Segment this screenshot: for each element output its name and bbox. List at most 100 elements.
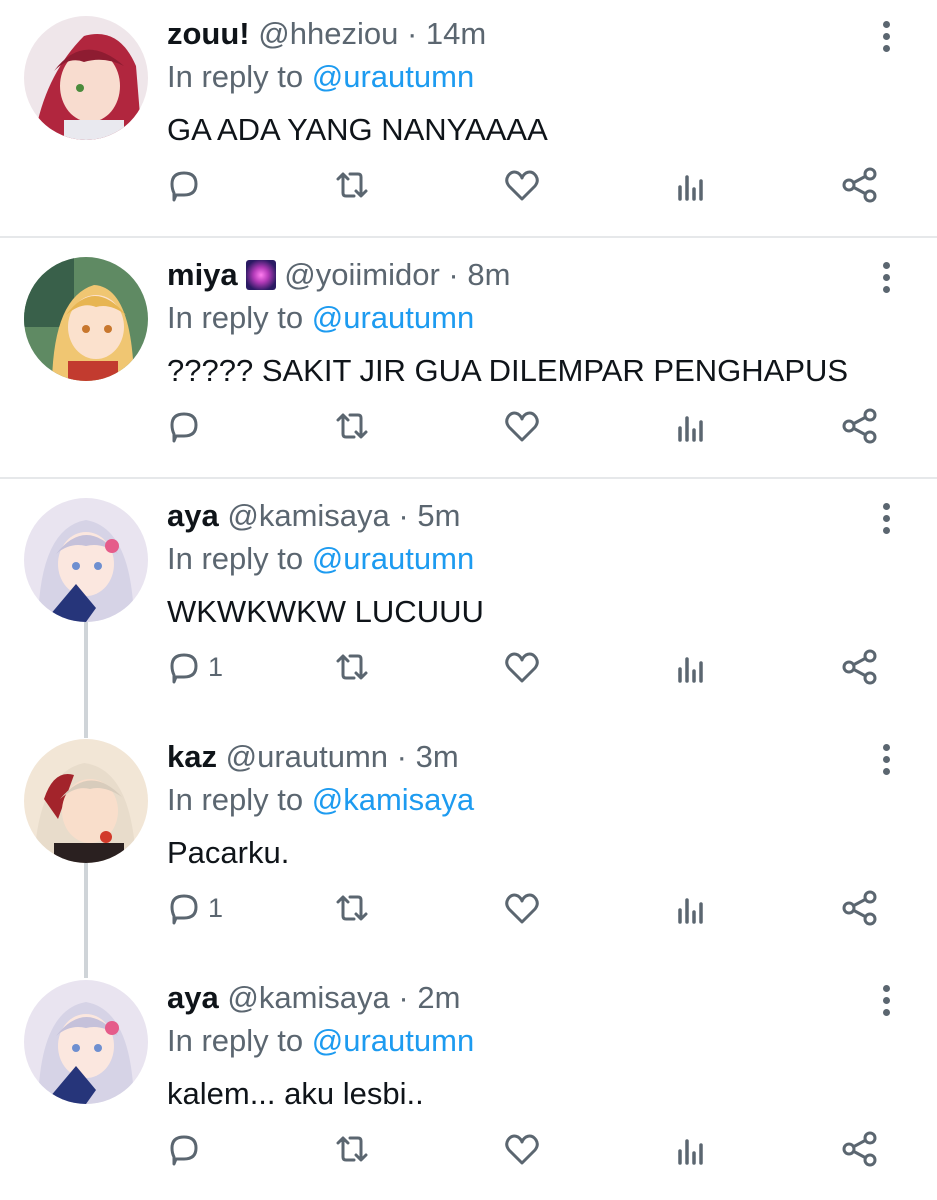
user-handle[interactable]: @kamisaya — [227, 498, 389, 533]
reply-context: In reply to @urautumn — [167, 57, 474, 97]
tweet-actions: 1 — [0, 883, 937, 933]
analytics-icon — [678, 657, 703, 683]
retweet-button[interactable] — [332, 642, 372, 692]
retweet-button[interactable] — [332, 160, 372, 210]
share-icon — [842, 1131, 877, 1167]
reply-button[interactable] — [164, 160, 208, 210]
heart-icon — [505, 652, 539, 683]
separator-dot: · — [398, 980, 409, 1015]
reply-prefix: In reply to — [167, 300, 304, 335]
analytics-button[interactable] — [672, 883, 712, 933]
tweet-header: miya @yoiimidor · 8m — [167, 255, 510, 295]
reply-mention-link[interactable]: @urautumn — [312, 300, 474, 335]
avatar-white-hair-icon — [24, 980, 148, 1104]
display-name[interactable]: aya — [167, 498, 219, 533]
tweet-text: GA ADA YANG NANYAAAA — [167, 112, 548, 147]
share-button[interactable] — [840, 642, 880, 692]
timestamp[interactable]: 14m — [426, 16, 486, 51]
share-button[interactable] — [840, 883, 880, 933]
more-options-icon[interactable] — [872, 982, 900, 1022]
tweet-actions — [0, 160, 937, 210]
display-name[interactable]: miya — [167, 257, 238, 292]
analytics-icon — [678, 1139, 703, 1165]
analytics-button[interactable] — [672, 401, 712, 451]
reply-prefix: In reply to — [167, 1023, 304, 1058]
more-options-icon[interactable] — [872, 259, 900, 299]
avatar[interactable] — [24, 739, 148, 863]
analytics-button[interactable] — [672, 642, 712, 692]
avatar[interactable] — [24, 257, 148, 381]
tweet-text: ????? SAKIT JIR GUA DILEMPAR PENGHAPUS — [167, 353, 849, 388]
retweet-button[interactable] — [332, 1124, 372, 1174]
display-name[interactable]: kaz — [167, 739, 217, 774]
separator-dot: · — [448, 257, 459, 292]
retweet-button[interactable] — [332, 401, 372, 451]
more-options-icon[interactable] — [872, 18, 900, 58]
more-options-icon[interactable] — [872, 500, 900, 540]
retweet-icon — [336, 413, 368, 439]
avatar[interactable] — [24, 980, 148, 1104]
reply-count: 1 — [208, 651, 224, 682]
tweet[interactable]: aya @kamisaya · 2m In reply to @urautumn… — [0, 964, 937, 1200]
tweet-actions — [0, 1124, 937, 1174]
share-icon — [842, 649, 877, 685]
reply-mention-link[interactable]: @urautumn — [312, 59, 474, 94]
user-handle[interactable]: @kamisaya — [227, 980, 389, 1015]
tweet-header: kaz @urautumn · 3m — [167, 737, 459, 777]
user-handle[interactable]: @urautumn — [226, 739, 388, 774]
like-button[interactable] — [502, 642, 542, 692]
analytics-icon — [678, 898, 703, 924]
tweet[interactable]: kaz @urautumn · 3m In reply to @kamisaya… — [0, 723, 937, 963]
reply-icon — [170, 894, 198, 925]
share-button[interactable] — [840, 1124, 880, 1174]
like-button[interactable] — [502, 883, 542, 933]
reply-icon — [170, 171, 198, 202]
reply-prefix: In reply to — [167, 59, 304, 94]
reply-mention-link[interactable]: @urautumn — [312, 541, 474, 576]
timestamp[interactable]: 8m — [467, 257, 510, 292]
reply-button[interactable]: 1 — [164, 883, 223, 933]
reply-mention-link[interactable]: @urautumn — [312, 1023, 474, 1058]
retweet-button[interactable] — [332, 883, 372, 933]
tweet-text: kalem... aku lesbi.. — [167, 1076, 424, 1111]
timestamp[interactable]: 2m — [417, 980, 460, 1015]
timestamp[interactable]: 5m — [417, 498, 460, 533]
reply-mention-link[interactable]: @kamisaya — [312, 782, 474, 817]
tweet-text: Pacarku. — [167, 835, 290, 870]
heart-icon — [505, 411, 539, 442]
analytics-button[interactable] — [672, 1124, 712, 1174]
analytics-icon — [678, 175, 703, 201]
heart-icon — [505, 893, 539, 924]
tweet-header: aya @kamisaya · 2m — [167, 978, 460, 1018]
display-name[interactable]: zouu! — [167, 16, 250, 51]
reply-context: In reply to @urautumn — [167, 539, 474, 579]
like-button[interactable] — [502, 1124, 542, 1174]
tweet-actions — [0, 401, 937, 451]
reply-button[interactable]: 1 — [164, 642, 223, 692]
retweet-icon — [336, 895, 368, 921]
tweet[interactable]: zouu! @hheziou · 14m In reply to @urautu… — [0, 0, 937, 236]
avatar[interactable] — [24, 16, 148, 140]
display-name[interactable]: aya — [167, 980, 219, 1015]
reply-context: In reply to @urautumn — [167, 1021, 474, 1061]
analytics-button[interactable] — [672, 160, 712, 210]
tweet[interactable]: miya @yoiimidor · 8m In reply to @urautu… — [0, 241, 937, 477]
avatar[interactable] — [24, 498, 148, 622]
timestamp[interactable]: 3m — [416, 739, 459, 774]
reply-button[interactable] — [164, 1124, 208, 1174]
avatar-white-hair-icon — [24, 498, 148, 622]
like-button[interactable] — [502, 160, 542, 210]
share-button[interactable] — [840, 401, 880, 451]
tweet[interactable]: aya @kamisaya · 5m In reply to @urautumn… — [0, 482, 937, 722]
more-options-icon[interactable] — [872, 741, 900, 781]
like-button[interactable] — [502, 401, 542, 451]
share-button[interactable] — [840, 160, 880, 210]
reply-button[interactable] — [164, 401, 208, 451]
heart-icon — [505, 1134, 539, 1165]
avatar-blonde-icon — [24, 257, 148, 381]
reply-count: 1 — [208, 892, 224, 923]
user-handle[interactable]: @hheziou — [258, 16, 398, 51]
share-icon — [842, 167, 877, 203]
user-handle[interactable]: @yoiimidor — [284, 257, 440, 292]
reply-prefix: In reply to — [167, 782, 304, 817]
